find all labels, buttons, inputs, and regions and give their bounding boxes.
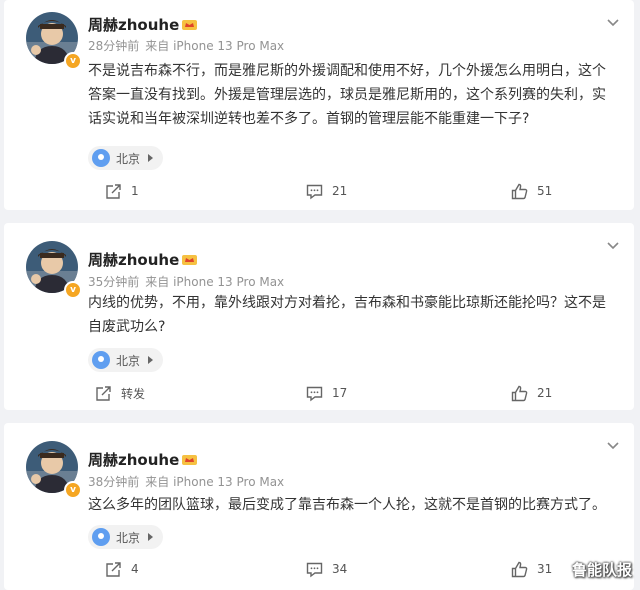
post-actions: 转发 17 21 bbox=[4, 381, 634, 405]
location-label: 北京 bbox=[116, 353, 141, 368]
share-button[interactable]: 1 bbox=[105, 179, 139, 203]
location-tag[interactable]: 北京 bbox=[88, 146, 164, 170]
post-time[interactable]: 38分钟前 bbox=[88, 475, 139, 489]
post-time[interactable]: 28分钟前 bbox=[88, 39, 139, 53]
thumbs-up-icon bbox=[511, 183, 528, 199]
share-button[interactable]: 4 bbox=[105, 557, 139, 581]
share-count: 4 bbox=[131, 562, 139, 576]
post-meta: 35分钟前 来自 iPhone 13 Pro Max bbox=[88, 273, 284, 290]
caret-right-icon bbox=[148, 356, 154, 364]
share-label: 转发 bbox=[121, 386, 146, 401]
caret-right-icon bbox=[148, 154, 154, 162]
post-actions: 4 34 31 bbox=[4, 557, 634, 581]
comment-button[interactable]: 17 bbox=[306, 381, 347, 405]
username[interactable]: 周赫zhouhe bbox=[88, 449, 198, 470]
share-icon bbox=[96, 385, 111, 401]
comment-count: 21 bbox=[332, 184, 348, 198]
crown-icon bbox=[182, 20, 198, 30]
post-source: 来自 iPhone 13 Pro Max bbox=[145, 39, 285, 53]
location-tag[interactable]: 北京 bbox=[88, 525, 164, 549]
crown-icon bbox=[182, 255, 198, 265]
post-card: v 周赫zhouhe 28分钟前 来自 iPhone 13 Pro Max 不是说… bbox=[4, 0, 634, 210]
comment-count: 34 bbox=[332, 562, 348, 576]
share-icon bbox=[106, 183, 121, 199]
location-tag[interactable]: 北京 bbox=[88, 348, 164, 372]
chevron-down-icon[interactable] bbox=[606, 441, 620, 451]
username[interactable]: 周赫zhouhe bbox=[88, 14, 198, 35]
location-label: 北京 bbox=[116, 530, 141, 545]
location-pin-icon bbox=[92, 149, 110, 167]
post-card: v 周赫zhouhe 38分钟前 来自 iPhone 13 Pro Max 这么多… bbox=[4, 423, 634, 590]
watermark: 鲁能队报 bbox=[571, 561, 632, 579]
post-meta: 38分钟前 来自 iPhone 13 Pro Max bbox=[88, 473, 284, 490]
verified-badge-icon: v bbox=[64, 481, 82, 499]
post-source: 来自 iPhone 13 Pro Max bbox=[145, 275, 285, 289]
share-icon bbox=[106, 561, 121, 577]
like-button[interactable]: 31 bbox=[511, 557, 552, 581]
post-content: 不是说吉布森不行，而是雅尼斯的外援调配和使用不好，几个外援怎么用明白，这个答案一… bbox=[88, 63, 606, 127]
location-label: 北京 bbox=[116, 151, 141, 166]
comment-icon bbox=[306, 386, 323, 401]
like-count: 31 bbox=[537, 562, 553, 576]
post-actions: 1 21 51 bbox=[4, 179, 634, 203]
verified-badge-icon: v bbox=[64, 281, 82, 299]
post-meta: 28分钟前 来自 iPhone 13 Pro Max bbox=[88, 37, 284, 54]
like-button[interactable]: 21 bbox=[511, 381, 552, 405]
comment-count: 17 bbox=[332, 386, 348, 400]
thumbs-up-icon bbox=[511, 385, 528, 401]
comment-icon bbox=[306, 562, 323, 577]
location-pin-icon bbox=[92, 351, 110, 369]
location-pin-icon bbox=[92, 528, 110, 546]
caret-right-icon bbox=[148, 533, 154, 541]
comment-button[interactable]: 21 bbox=[306, 179, 347, 203]
post-source: 来自 iPhone 13 Pro Max bbox=[145, 475, 285, 489]
chevron-down-icon[interactable] bbox=[606, 18, 620, 28]
comment-button[interactable]: 34 bbox=[306, 557, 347, 581]
username[interactable]: 周赫zhouhe bbox=[88, 249, 198, 270]
like-count: 51 bbox=[537, 184, 553, 198]
chevron-down-icon[interactable] bbox=[606, 241, 620, 251]
verified-badge-icon: v bbox=[64, 52, 82, 70]
thumbs-up-icon bbox=[511, 561, 528, 577]
crown-icon bbox=[182, 455, 198, 465]
share-button[interactable]: 转发 bbox=[95, 381, 145, 405]
comment-icon bbox=[306, 184, 323, 199]
post-card: v 周赫zhouhe 35分钟前 来自 iPhone 13 Pro Max 内线的… bbox=[4, 223, 634, 410]
post-content: 这么多年的团队篮球，最后变成了靠吉布森一个人抡，这就不是首钢的比赛方式了。 bbox=[88, 497, 606, 513]
like-count: 21 bbox=[537, 386, 553, 400]
like-button[interactable]: 51 bbox=[511, 179, 552, 203]
share-count: 1 bbox=[131, 184, 139, 198]
post-content: 内线的优势，不用，靠外线跟对方对着抡，吉布森和书豪能比琼斯还能抡吗？这不是自废武… bbox=[88, 295, 606, 335]
post-time[interactable]: 35分钟前 bbox=[88, 275, 139, 289]
